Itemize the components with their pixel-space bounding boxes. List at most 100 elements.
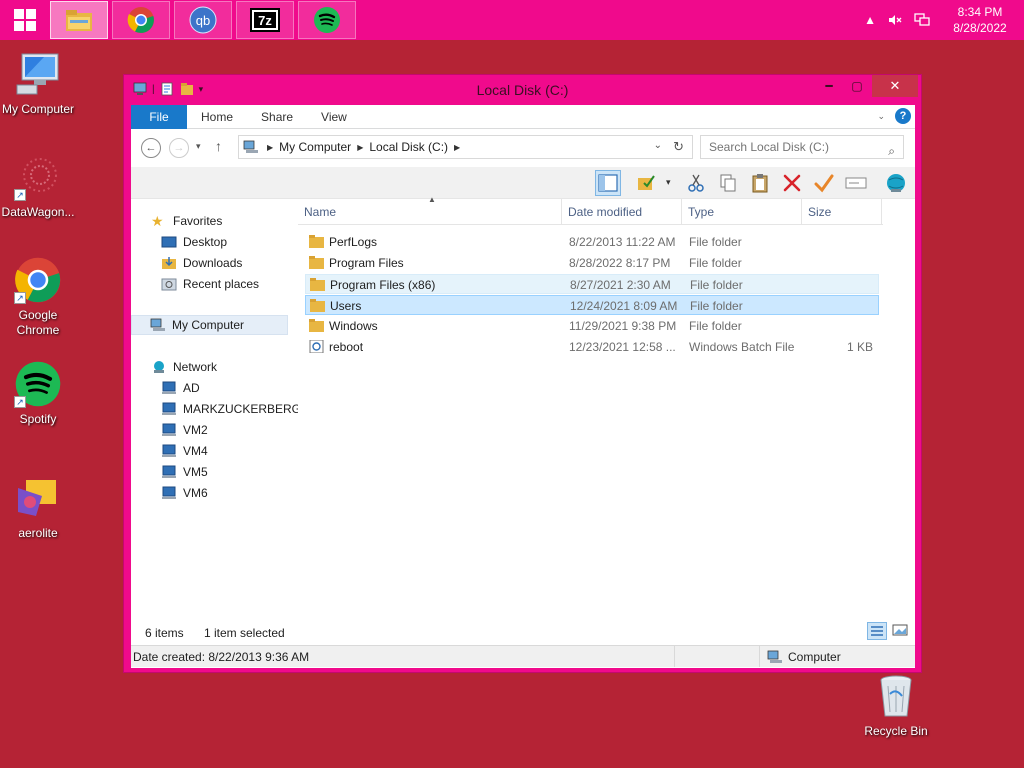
nav-network-vm4[interactable]: VM4	[161, 441, 208, 461]
paste-button[interactable]	[747, 170, 773, 196]
file-row-users[interactable]: Users 12/24/2021 8:09 AM File folder	[305, 295, 879, 315]
address-bar[interactable]: ▶ My Computer ▶ Local Disk (C:) ▶ ⌄ ↻	[238, 135, 693, 159]
nav-network-markzuckerberg[interactable]: MARKZUCKERBERG	[161, 399, 301, 419]
file-name: Program Files	[329, 256, 404, 270]
desktop-icon-my-computer[interactable]: My Computer	[0, 50, 76, 117]
clock[interactable]: 8:34 PM 8/28/2022	[950, 4, 1010, 36]
nav-label: AD	[183, 381, 200, 395]
breadcrumb-chevron-icon[interactable]: ▶	[454, 143, 460, 152]
desktop-icon-label: DataWagon...	[1, 205, 75, 219]
breadcrumb-local-disk[interactable]: Local Disk (C:)	[369, 140, 448, 154]
column-type[interactable]: Type	[682, 199, 802, 225]
file-type: File folder	[689, 235, 742, 249]
nav-label: Network	[173, 360, 218, 374]
file-row-reboot[interactable]: reboot 12/23/2021 12:58 ... Windows Batc…	[305, 337, 879, 357]
tab-file[interactable]: File	[131, 105, 187, 129]
search-box[interactable]: ⌕	[700, 135, 904, 159]
desktop-icon-spotify[interactable]: ↗ Spotify	[0, 360, 76, 427]
taskbar-spotify[interactable]	[298, 1, 356, 39]
copy-button[interactable]	[715, 170, 741, 196]
delete-button[interactable]	[779, 170, 805, 196]
breadcrumb-chevron-icon[interactable]: ▶	[357, 143, 363, 152]
column-date-modified[interactable]: Date modified	[562, 199, 682, 225]
expand-ribbon-icon[interactable]: ⌄	[877, 111, 885, 122]
show-hidden-icons-icon[interactable]: ▲	[864, 13, 876, 27]
desktop-icon-recycle-bin[interactable]: Recycle Bin	[858, 672, 934, 739]
file-type: File folder	[689, 256, 742, 270]
recent-locations-icon[interactable]: ▾	[196, 141, 201, 152]
forward-button[interactable]: →	[169, 138, 189, 158]
start-button[interactable]	[0, 0, 50, 40]
nav-label: Recent places	[183, 277, 260, 291]
folder-icon	[309, 256, 324, 269]
desktop-icon-aerolite[interactable]: aerolite	[0, 474, 76, 541]
network-globe-button[interactable]	[883, 170, 909, 196]
nav-network-ad[interactable]: AD	[161, 378, 200, 398]
globe-icon	[887, 174, 905, 192]
window-titlebar[interactable]: | ▾ Local Disk (C:) ━ ▢ ✕	[124, 75, 921, 105]
address-dropdown-icon[interactable]: ⌄	[654, 140, 662, 151]
select-button[interactable]	[633, 170, 659, 196]
status-divider	[759, 646, 760, 667]
nav-favorites[interactable]: ★ Favorites	[151, 211, 222, 231]
file-row-perflogs[interactable]: PerfLogs 8/22/2013 11:22 AM File folder	[305, 232, 879, 252]
nav-network-vm6[interactable]: VM6	[161, 483, 208, 503]
taskbar-7zip[interactable]: 7z	[236, 1, 294, 39]
column-size[interactable]: Size	[802, 199, 882, 225]
back-button[interactable]: ←	[141, 138, 161, 158]
network-computer-icon	[162, 381, 176, 394]
tab-share[interactable]: Share	[247, 105, 307, 129]
minimize-button[interactable]: ━	[816, 75, 842, 97]
nav-network-vm5[interactable]: VM5	[161, 462, 208, 482]
recycle-bin-icon	[880, 675, 912, 717]
nav-network-vm2[interactable]: VM2	[161, 420, 208, 440]
properties-button[interactable]	[811, 170, 837, 196]
nav-label: MARKZUCKERBERG	[183, 402, 302, 416]
nav-downloads[interactable]: Downloads	[161, 253, 242, 273]
folder-icon	[309, 235, 324, 248]
taskbar-chrome[interactable]	[112, 1, 170, 39]
taskbar-file-explorer[interactable]	[50, 1, 108, 39]
search-icon[interactable]: ⌕	[888, 140, 895, 162]
desktop-icon-datawagon[interactable]: ↗ DataWagon...	[0, 153, 76, 220]
help-icon[interactable]: ?	[895, 108, 911, 124]
qbittorrent-icon: qb	[189, 6, 217, 34]
column-name[interactable]: Name	[298, 199, 562, 225]
cut-button[interactable]	[683, 170, 709, 196]
file-row-program-files-x86[interactable]: Program Files (x86) 8/27/2021 2:30 AM Fi…	[305, 274, 879, 294]
details-view-button[interactable]	[867, 622, 887, 640]
tab-view[interactable]: View	[307, 105, 361, 129]
up-button[interactable]: ↑	[215, 138, 222, 154]
preview-pane-button[interactable]	[595, 170, 621, 196]
select-all-icon	[638, 175, 655, 190]
rename-button[interactable]	[843, 170, 869, 196]
network-icon[interactable]	[914, 13, 930, 27]
file-date: 8/22/2013 11:22 AM	[569, 235, 676, 249]
nav-desktop[interactable]: Desktop	[161, 232, 227, 252]
nav-recent-places[interactable]: Recent places	[161, 274, 259, 294]
desktop-icon-google-chrome[interactable]: ↗ Google Chrome	[0, 256, 76, 338]
file-row-program-files[interactable]: Program Files 8/28/2022 8:17 PM File fol…	[305, 253, 879, 273]
tab-home[interactable]: Home	[187, 105, 247, 129]
status-divider	[674, 646, 675, 667]
forward-arrow-icon: →	[173, 142, 185, 154]
large-icons-view-button[interactable]	[891, 622, 911, 640]
file-row-windows[interactable]: Windows 11/29/2021 9:38 PM File folder	[305, 316, 879, 336]
search-input[interactable]	[709, 136, 879, 158]
network-computer-icon	[162, 423, 176, 436]
checkmark-icon	[814, 174, 834, 193]
nav-my-computer[interactable]: My Computer	[131, 315, 288, 335]
breadcrumb-chevron-icon[interactable]: ▶	[267, 143, 273, 152]
breadcrumb-my-computer[interactable]: My Computer	[279, 140, 351, 154]
maximize-button[interactable]: ▢	[844, 75, 870, 97]
taskbar-qbittorrent[interactable]: qb	[174, 1, 232, 39]
batch-file-icon	[309, 340, 324, 353]
select-dropdown-icon[interactable]: ▾	[666, 177, 671, 188]
volume-muted-icon[interactable]	[888, 13, 902, 27]
network-computer-icon	[162, 402, 176, 415]
close-button[interactable]: ✕	[872, 75, 918, 97]
refresh-icon[interactable]: ↻	[673, 139, 684, 155]
command-toolbar: ▾	[131, 167, 915, 199]
computer-icon	[243, 140, 258, 153]
nav-network[interactable]: Network	[151, 357, 217, 377]
